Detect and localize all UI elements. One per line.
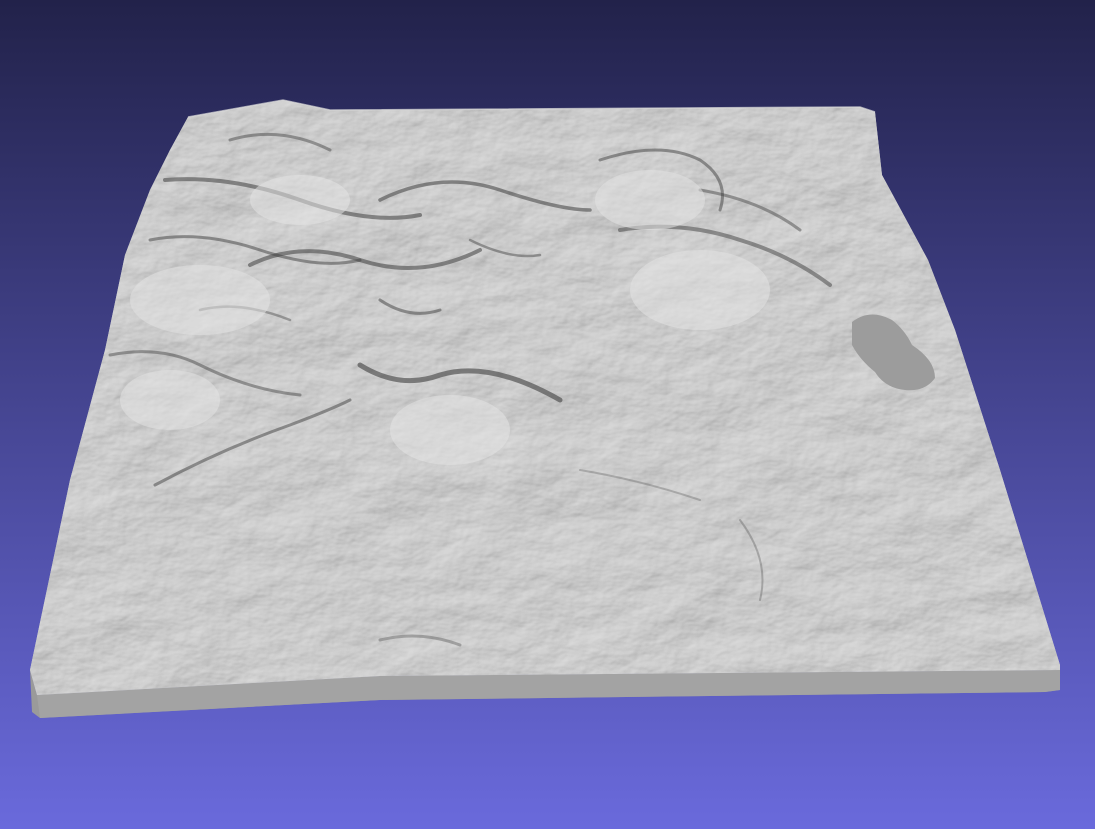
- 3d-viewport[interactable]: [0, 0, 1095, 829]
- scene-canvas[interactable]: [0, 0, 1095, 829]
